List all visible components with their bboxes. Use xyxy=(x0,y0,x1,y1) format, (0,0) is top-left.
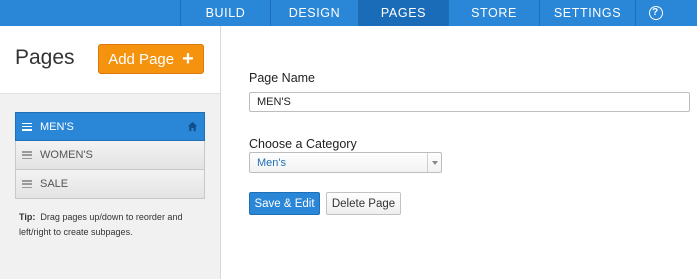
page-item-mens[interactable]: MEN'S xyxy=(15,112,205,141)
save-edit-button[interactable]: Save & Edit xyxy=(249,192,320,215)
help-icon: ? xyxy=(648,6,663,20)
page-item-label: SALE xyxy=(40,178,69,190)
page-item-sale[interactable]: SALE xyxy=(15,170,205,199)
page-item-label: WOMEN'S xyxy=(40,149,93,161)
drag-handle-icon[interactable] xyxy=(22,180,32,188)
page-name-input[interactable] xyxy=(249,92,690,112)
chevron-down-icon[interactable] xyxy=(427,153,441,172)
category-selected-value: Men's xyxy=(257,156,286,169)
home-icon xyxy=(187,121,198,132)
nav-design[interactable]: DESIGN xyxy=(270,0,358,26)
main-nav: BUILD DESIGN PAGES STORE SETTINGS ? xyxy=(180,0,675,26)
add-page-button[interactable]: Add Page + xyxy=(98,44,204,74)
tip-text: Drag pages up/down to reorder and left/r… xyxy=(19,212,183,237)
nav-pages[interactable]: PAGES xyxy=(358,0,448,26)
nav-settings[interactable]: SETTINGS xyxy=(539,0,635,26)
top-navigation-bar: BUILD DESIGN PAGES STORE SETTINGS ? xyxy=(0,0,697,26)
pages-sidebar: Pages Add Page + MEN'S WOMEN'S SALE Tip:… xyxy=(0,26,221,279)
tip-label: Tip: xyxy=(19,212,36,222)
page-name-label: Page Name xyxy=(249,71,316,85)
nav-store[interactable]: STORE xyxy=(448,0,539,26)
add-page-label: Add Page xyxy=(108,50,175,68)
page-item-label: MEN'S xyxy=(40,120,74,133)
page-item-womens[interactable]: WOMEN'S xyxy=(15,141,205,170)
category-label: Choose a Category xyxy=(249,137,357,151)
category-select[interactable]: Men's xyxy=(249,152,442,173)
drag-handle-icon[interactable] xyxy=(22,151,32,159)
drag-handle-icon[interactable] xyxy=(22,122,32,131)
delete-page-button[interactable]: Delete Page xyxy=(326,192,401,215)
sidebar-header: Pages Add Page + xyxy=(0,26,220,94)
nav-help[interactable]: ? xyxy=(635,0,675,26)
nav-build[interactable]: BUILD xyxy=(180,0,270,26)
top-bar-lead xyxy=(0,0,180,26)
reorder-tip: Tip: Drag pages up/down to reorder and l… xyxy=(19,210,209,240)
plus-icon: + xyxy=(182,48,194,70)
page-list: MEN'S WOMEN'S SALE xyxy=(15,112,205,199)
sidebar-title: Pages xyxy=(15,46,75,69)
page-settings-panel: Page Name Choose a Category Men's Save &… xyxy=(222,26,697,279)
